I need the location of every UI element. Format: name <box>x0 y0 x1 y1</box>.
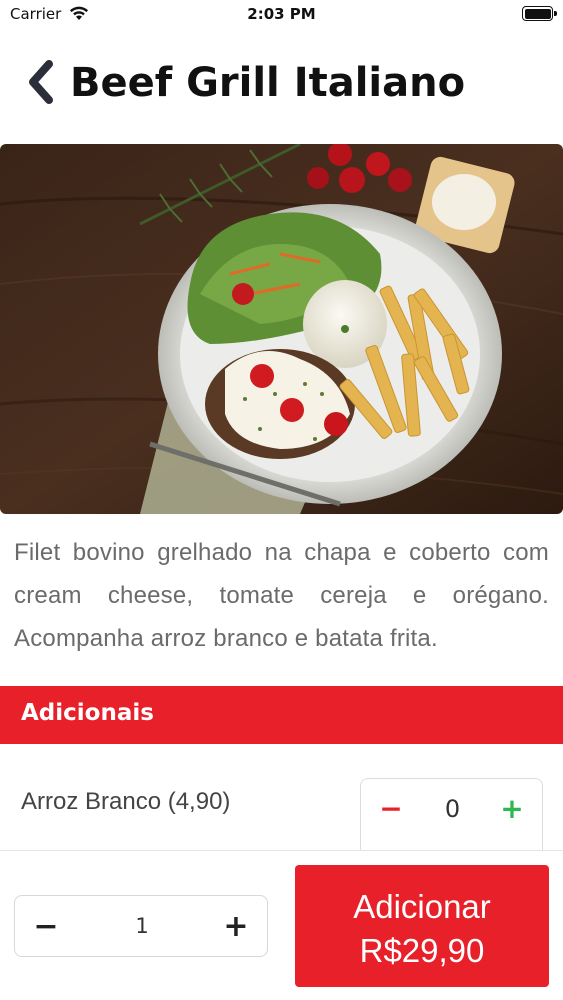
status-bar: Carrier 2:03 PM <box>0 0 563 30</box>
add-to-cart-button[interactable]: Adicionar R$29,90 <box>295 865 549 987</box>
addon-label: Arroz Branco (4,90) <box>21 788 231 815</box>
back-button[interactable] <box>18 56 62 108</box>
order-quantity-stepper: − 1 + <box>14 895 268 957</box>
add-button-price: R$29,90 <box>359 932 485 969</box>
addon-quantity-value: 0 <box>444 795 461 823</box>
dish-photo <box>0 144 563 514</box>
nav-header: Beef Grill Italiano <box>0 50 563 122</box>
chevron-left-icon <box>29 60 53 104</box>
addons-section-header: Adicionais <box>0 686 563 744</box>
order-increment-button[interactable]: + <box>205 896 267 956</box>
addon-row: Arroz Branco (4,90) − 0 + <box>0 760 563 850</box>
addon-increment-button[interactable]: + <box>482 779 542 837</box>
bottom-action-bar: − 1 + Adicionar R$29,90 <box>0 850 563 1000</box>
order-quantity-value: 1 <box>135 914 149 938</box>
order-decrement-button[interactable]: − <box>15 896 77 956</box>
add-button-label: Adicionar <box>353 888 491 925</box>
page-title: Beef Grill Italiano <box>70 60 466 106</box>
battery-icon <box>522 6 557 21</box>
clock: 2:03 PM <box>247 5 316 23</box>
addon-quantity-stepper: − 0 + <box>360 778 543 850</box>
addon-decrement-button[interactable]: − <box>361 779 421 837</box>
addons-title: Adicionais <box>21 700 154 726</box>
dish-description: Filet bovino grelhado na chapa e coberto… <box>14 539 549 652</box>
